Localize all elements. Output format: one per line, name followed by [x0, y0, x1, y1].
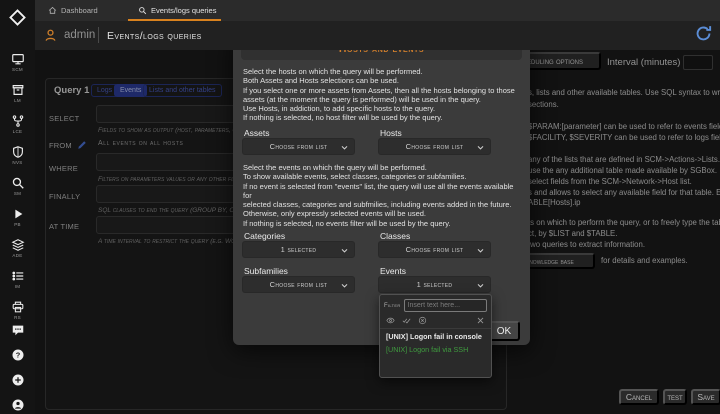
shield-icon [11, 145, 25, 159]
eye-icon[interactable] [386, 316, 395, 325]
assets-dropdown[interactable]: Choose from list [242, 138, 355, 155]
save-button[interactable]: Save [691, 389, 720, 405]
filter-label: Filter [384, 302, 401, 309]
tab-events-logs-queries[interactable]: Events/logs queries [138, 0, 216, 21]
search-icon [138, 6, 147, 15]
event-list-item[interactable]: [UNIX] Logon fail in console [380, 329, 491, 342]
sidebar-item-label: NVS [12, 160, 23, 165]
sidebar-item-label: PB [14, 222, 21, 227]
tab-label: Dashboard [61, 6, 98, 15]
home-icon [48, 6, 57, 15]
sidebar-item-lce[interactable]: LCE [11, 114, 25, 145]
chevron-down-icon [340, 143, 349, 151]
sidebar-item-label: SCM [12, 67, 23, 72]
classes-dropdown[interactable]: Choose from list [378, 241, 491, 258]
hosts-label: Hosts [380, 128, 402, 138]
list-icon [11, 269, 25, 283]
deselect-all-icon[interactable] [418, 316, 427, 325]
tab-label: Events/logs queries [151, 6, 217, 15]
categories-label: Categories [244, 231, 286, 241]
sidebar-item-scm[interactable]: SCM [11, 52, 25, 83]
sidebar-bottom: ? [0, 323, 35, 412]
sidebar-item-ade[interactable]: ADE [11, 238, 25, 269]
add-icon[interactable] [11, 373, 25, 387]
sidebar-item-label: LM [14, 98, 21, 103]
sidebar-item-label: SM [13, 191, 22, 196]
tab-dashboard[interactable]: Dashboard [48, 0, 98, 21]
chevron-down-icon [476, 281, 485, 289]
sidebar-item-label: ADE [12, 253, 23, 258]
cancel-button[interactable]: Cancel [619, 389, 659, 405]
chevron-down-icon [476, 246, 485, 254]
events-label: Events [380, 266, 406, 276]
svg-text:?: ? [15, 351, 20, 360]
search-icon [11, 176, 25, 190]
archive-box-icon [11, 83, 25, 97]
sub-header: admin Events/logs queries [35, 21, 720, 50]
categories-dropdown[interactable]: 1 selected [242, 241, 355, 258]
sidebar-item-pb[interactable]: PB [11, 207, 25, 238]
hosts-help-text: Select the hosts on which the query will… [243, 67, 515, 123]
chat-icon[interactable] [11, 323, 25, 337]
hosts-dropdown[interactable]: Choose from list [378, 138, 491, 155]
events-panel-toolbar [380, 314, 491, 329]
subfamilies-label: Subfamilies [244, 266, 288, 276]
events-help-text: Select the events on which the query wil… [243, 163, 514, 228]
active-tab-underline [128, 19, 221, 21]
username[interactable]: admin [64, 29, 95, 41]
events-list-panel: Filter [UNIX] Logon fail in console [UNI… [379, 294, 492, 378]
monitor-icon [11, 52, 25, 66]
assets-label: Assets [244, 128, 270, 138]
subfamilies-dropdown[interactable]: Choose from list [242, 276, 355, 293]
event-list-item-selected[interactable]: [UNIX] Logon fail via SSH [380, 342, 491, 355]
user-icon [43, 28, 58, 43]
sidebar-item-sm[interactable]: SM [11, 176, 25, 207]
sidebar-item-im[interactable]: IM [11, 269, 25, 300]
sidebar-item-nvs[interactable]: NVS [11, 145, 25, 176]
sidebar-item-lm[interactable]: LM [11, 83, 25, 114]
close-icon[interactable] [476, 316, 485, 325]
chevron-down-icon [340, 281, 349, 289]
ok-button[interactable]: OK [488, 321, 520, 341]
events-dropdown[interactable]: 1 selected [378, 276, 491, 293]
hosts-and-events-modal: Hosts and events Select the hosts on whi… [233, 30, 530, 378]
sgbox-logo-icon [7, 7, 28, 28]
play-icon [11, 207, 25, 221]
sidebar-item-label: IM [14, 284, 21, 289]
sidebar-item-label: LCE [12, 129, 23, 134]
app-screen: SCM LM LCE NVS SM PB ADE IM RS ? Dashboa… [0, 0, 720, 414]
layers-icon [11, 238, 25, 252]
printer-icon [11, 300, 25, 314]
page-title: Events/logs queries [107, 30, 202, 42]
chevron-down-icon [476, 143, 485, 151]
sidebar-nav: SCM LM LCE NVS SM PB ADE IM RS [0, 52, 35, 331]
top-nav: Dashboard Events/logs queries [35, 0, 720, 21]
events-filter-input[interactable] [403, 299, 487, 312]
header-divider [98, 27, 99, 43]
test-button[interactable]: test [663, 389, 687, 405]
sidebar-item-label: RS [14, 315, 21, 320]
help-icon[interactable]: ? [11, 348, 25, 362]
chevron-down-icon [340, 246, 349, 254]
icon-sidebar: SCM LM LCE NVS SM PB ADE IM RS ? [0, 0, 35, 414]
account-icon[interactable] [11, 398, 25, 412]
events-filter-row: Filter [380, 295, 491, 314]
classes-label: Classes [380, 231, 411, 241]
select-all-icon[interactable] [402, 316, 411, 325]
refresh-icon[interactable] [694, 24, 713, 43]
branch-icon [11, 114, 25, 128]
